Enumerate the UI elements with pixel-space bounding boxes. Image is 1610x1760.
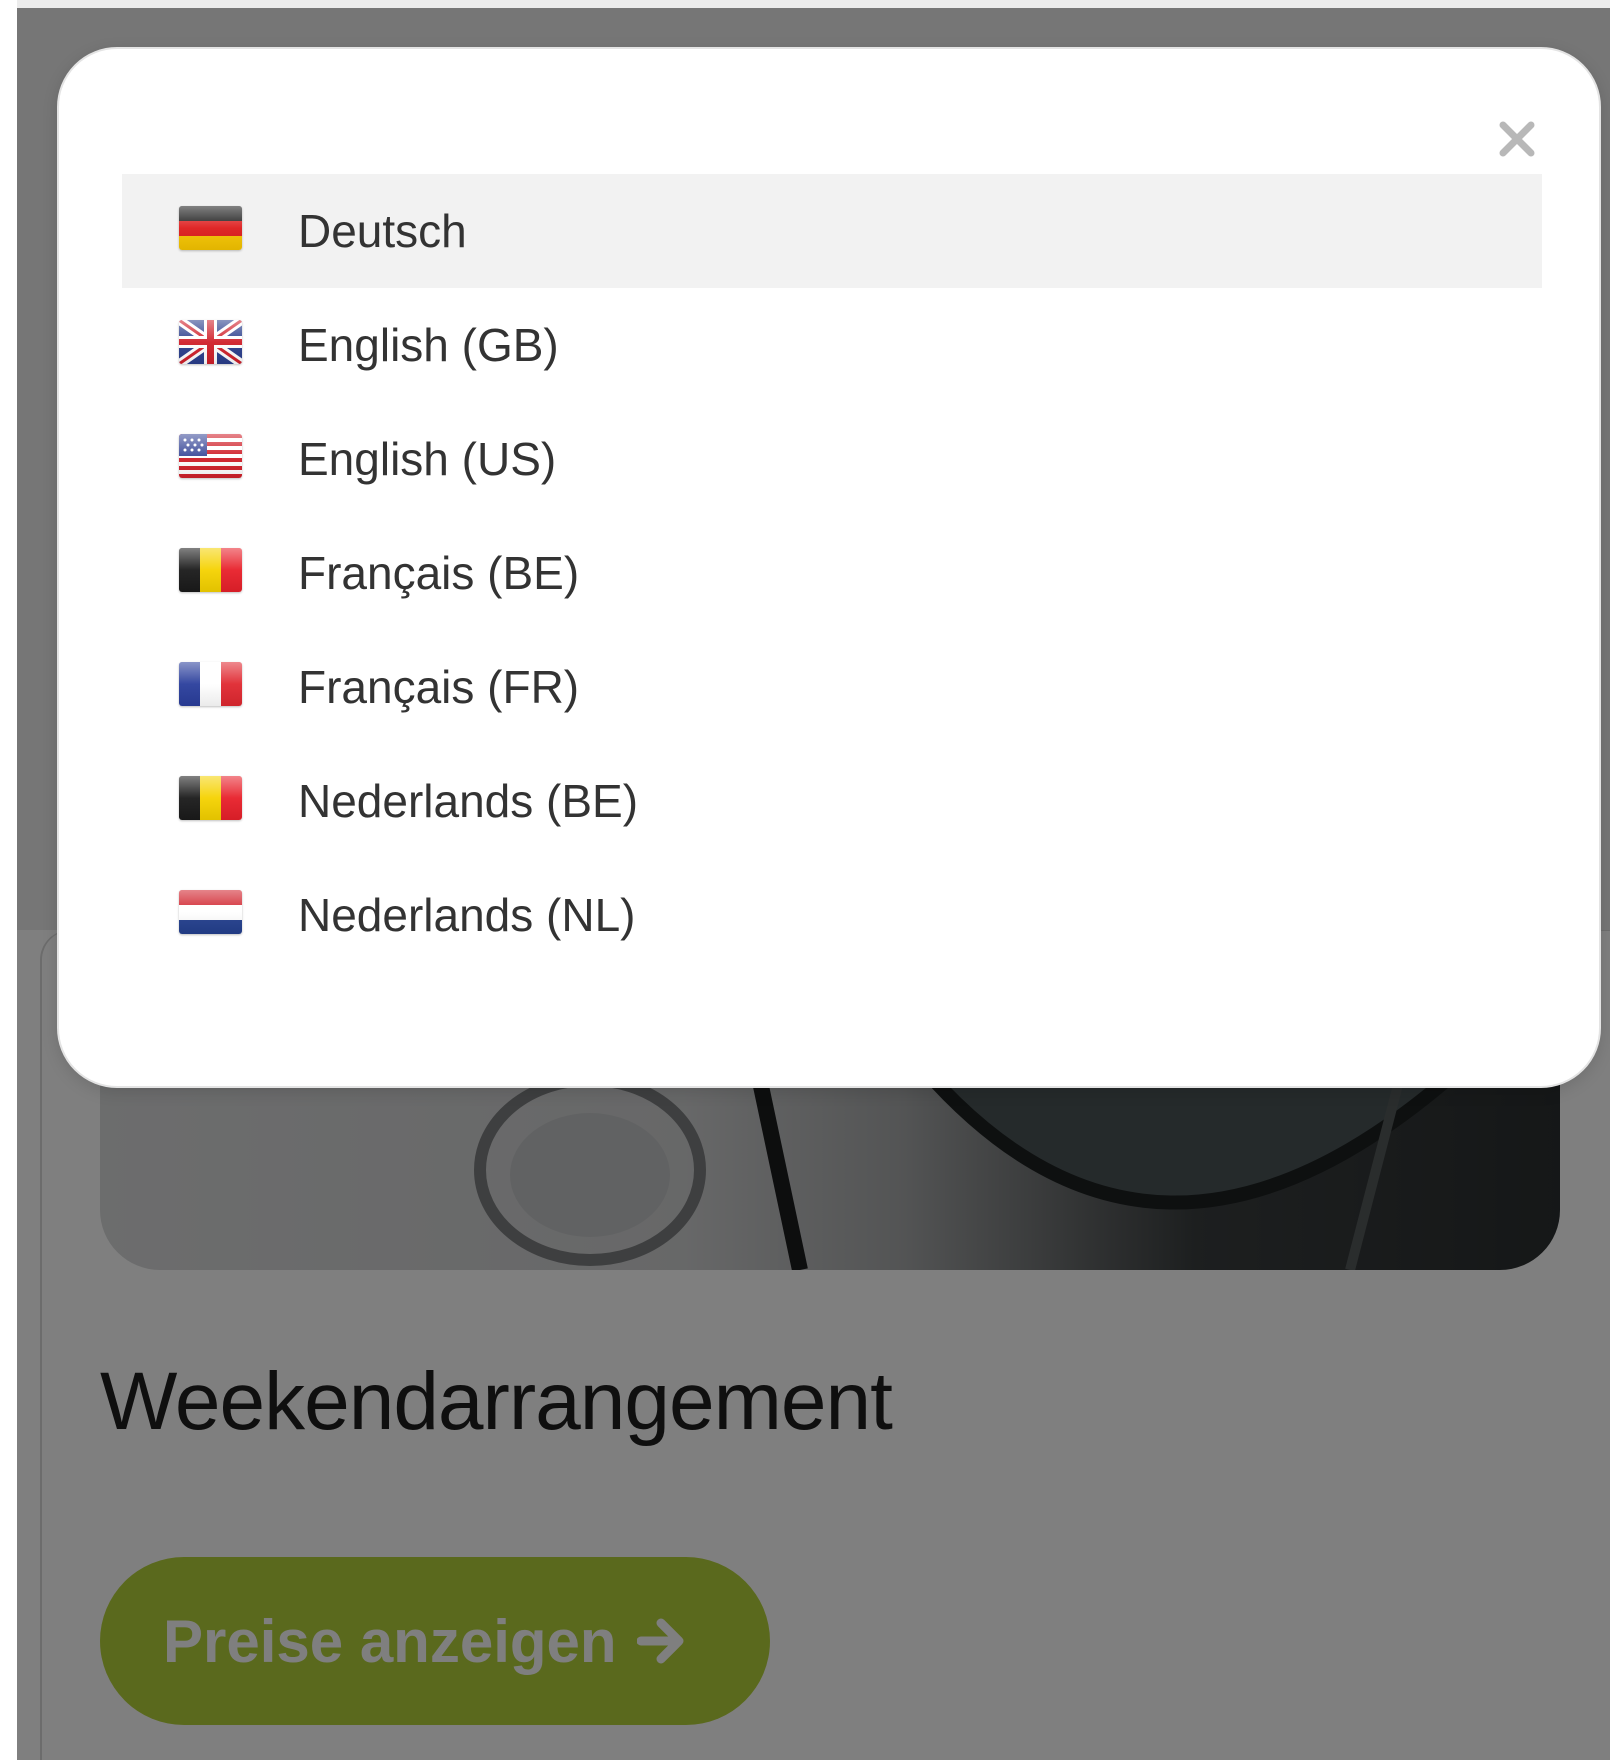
language-option-nederlands-nl[interactable]: Nederlands (NL)	[122, 858, 1542, 972]
flag-de-icon	[179, 206, 242, 250]
language-option-deutsch[interactable]: Deutsch	[122, 174, 1542, 288]
flag-be-icon	[179, 776, 242, 820]
flag-us-icon	[179, 434, 242, 478]
page: Weekendarrangement Preise anzeigen	[0, 0, 1610, 1760]
language-label: Deutsch	[298, 205, 467, 257]
language-label: Français (BE)	[298, 547, 580, 599]
flag-be-icon	[179, 548, 242, 592]
language-option-francais-be[interactable]: Français (BE)	[122, 516, 1542, 630]
language-label: Nederlands (BE)	[298, 775, 639, 827]
language-label: English (GB)	[298, 319, 559, 371]
language-list: Deutsch English (GB) English (US) França…	[122, 174, 1542, 972]
flag-fr-icon	[179, 662, 242, 706]
close-button[interactable]	[1487, 111, 1547, 171]
language-modal: Deutsch English (GB) English (US) França…	[57, 47, 1601, 1088]
close-icon	[1495, 117, 1539, 166]
language-option-english-us[interactable]: English (US)	[122, 402, 1542, 516]
language-label: Français (FR)	[298, 661, 580, 713]
language-label: Nederlands (NL)	[298, 889, 636, 941]
language-option-nederlands-be[interactable]: Nederlands (BE)	[122, 744, 1542, 858]
flag-nl-icon	[179, 890, 242, 934]
flag-gb-icon	[179, 320, 242, 364]
language-label: English (US)	[298, 433, 557, 485]
language-option-francais-fr[interactable]: Français (FR)	[122, 630, 1542, 744]
language-option-english-gb[interactable]: English (GB)	[122, 288, 1542, 402]
